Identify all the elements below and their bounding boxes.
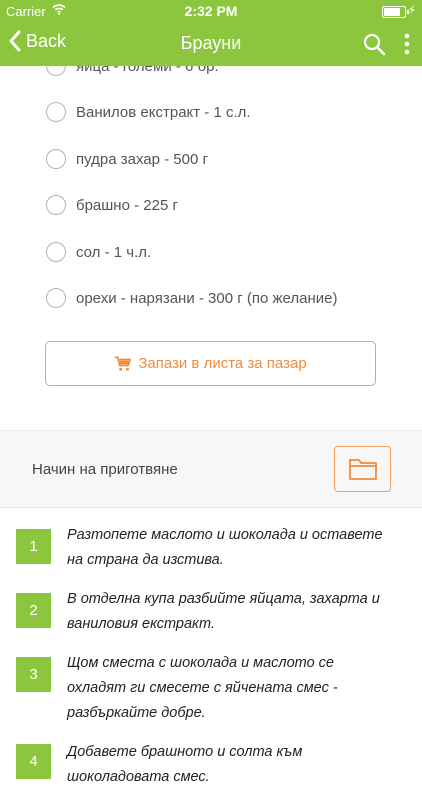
cart-icon (115, 355, 132, 371)
step-text: Щом сместа с шоколада и маслото се охлад… (67, 655, 338, 721)
ingredient-item[interactable]: брашно - 225 г (46, 193, 178, 217)
step-text: Разтопете маслото и шоколада и оставете … (67, 527, 383, 568)
ingredient-item[interactable]: орехи - нарязани - 300 г (по желание) (46, 286, 337, 310)
ingredient-label: орехи - нарязани - 300 г (по желание) (76, 289, 338, 307)
save-button-label: Запази в листа за пазар (138, 355, 307, 372)
more-vertical-icon[interactable] (402, 32, 412, 56)
step-number-badge: 2 (16, 593, 51, 628)
folder-button[interactable] (334, 446, 391, 492)
page-title: Брауни (180, 33, 242, 53)
preparation-title: Начин на приготвяне (32, 461, 178, 478)
top-bar: Carrier 2:32 PM ⚡ Back Брауни (0, 0, 422, 66)
charging-icon: ⚡ (407, 3, 416, 17)
step-text: Добавете брашното и солта към шоколадова… (67, 744, 303, 785)
search-icon[interactable] (362, 32, 386, 56)
step-number-badge: 3 (16, 657, 51, 692)
step-number-badge: 4 (16, 744, 51, 779)
preparation-header: Начин на приготвяне (0, 430, 422, 508)
ingredient-item[interactable]: Ванилов екстракт - 1 с.л. (46, 100, 251, 124)
checkbox-circle[interactable] (46, 149, 66, 169)
checkbox-circle[interactable] (46, 195, 66, 215)
ingredient-label: пудра захар - 500 г (76, 150, 208, 168)
ingredient-item[interactable]: сол - 1 ч.л. (46, 240, 151, 264)
ingredient-label: брашно - 225 г (76, 196, 178, 214)
battery-icon (382, 6, 409, 18)
save-to-shopping-list-button[interactable]: Запази в листа за пазар (45, 341, 376, 386)
folder-icon (348, 459, 377, 480)
checkbox-circle[interactable] (46, 288, 66, 308)
checkbox-circle[interactable] (46, 242, 66, 262)
ingredient-label: Ванилов екстракт - 1 с.л. (76, 103, 251, 121)
ingredient-label: сол - 1 ч.л. (76, 243, 152, 261)
navigation-bar: Back Брауни (0, 22, 422, 66)
ingredient-item[interactable]: пудра захар - 500 г (46, 147, 208, 171)
status-bar: Carrier 2:32 PM ⚡ (0, 0, 422, 22)
clock: 2:32 PM (184, 3, 238, 19)
step-number-badge: 1 (16, 529, 51, 564)
step-text: В отделна купа разбийте яйцата, захарта … (67, 591, 380, 632)
checkbox-circle[interactable] (46, 102, 66, 122)
